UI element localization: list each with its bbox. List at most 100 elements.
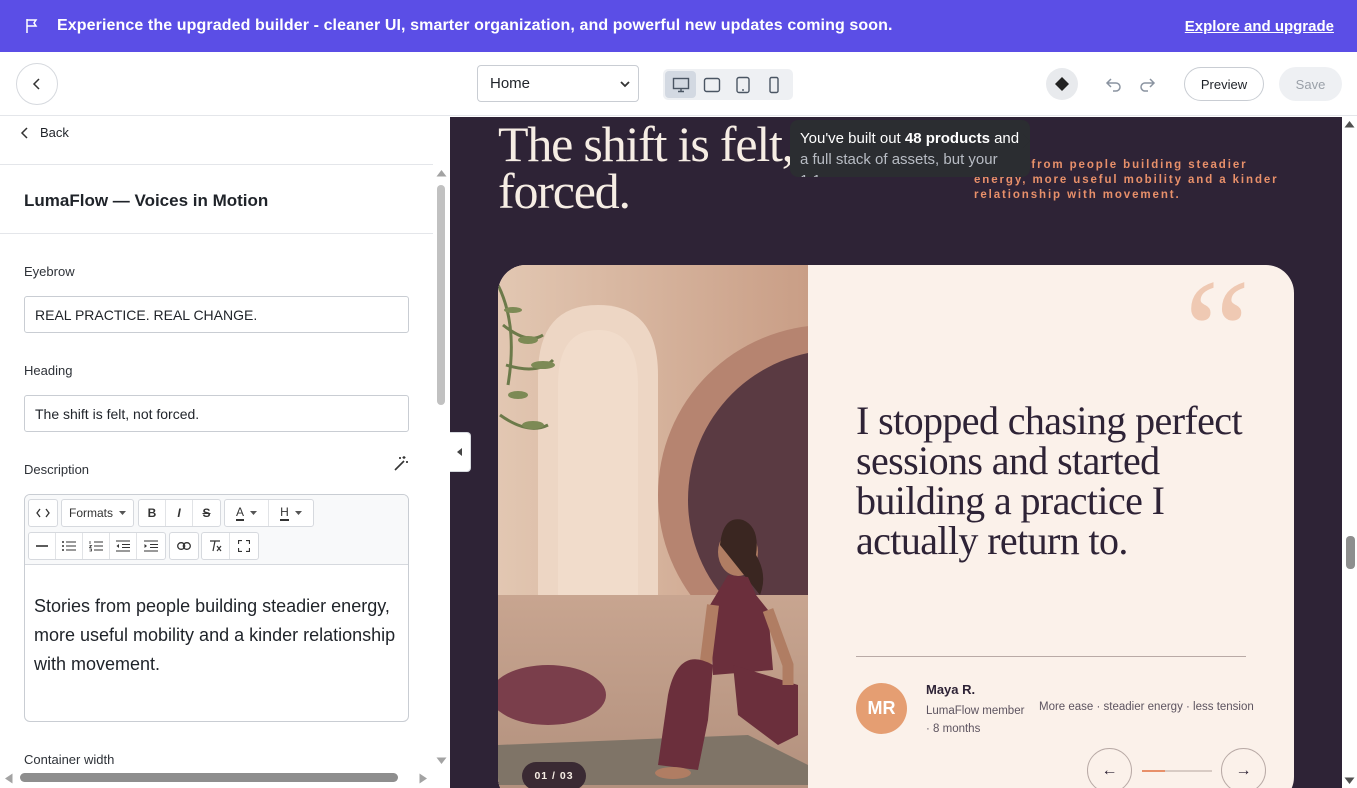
highlight-color-button[interactable]: H <box>269 500 313 526</box>
formats-dropdown[interactable]: Formats <box>61 499 134 527</box>
container-width-label: Container width <box>24 752 115 767</box>
preview-button[interactable]: Preview <box>1184 67 1264 101</box>
horizontal-rule-button[interactable] <box>29 533 56 559</box>
ai-assistant-button[interactable] <box>1046 68 1078 100</box>
heading-input[interactable]: The shift is felt, not forced. <box>24 395 409 432</box>
clear-formatting-button[interactable] <box>202 533 230 559</box>
tooltip-line-1: You've built out 48 products and <box>800 128 1020 149</box>
scroll-up-icon[interactable] <box>436 169 447 177</box>
caret-down-icon <box>294 510 302 515</box>
mobile-view-button[interactable] <box>758 71 789 98</box>
source-code-button[interactable] <box>28 499 58 527</box>
misc-group <box>201 532 259 560</box>
fullscreen-button[interactable] <box>230 533 258 559</box>
desktop-view-button[interactable] <box>665 71 696 98</box>
undo-icon[interactable] <box>1105 75 1123 93</box>
testimonial-quote[interactable]: I stopped chasing perfect sessions and s… <box>856 401 1256 561</box>
link-icon <box>170 533 198 559</box>
divider <box>856 656 1246 657</box>
tooltip-text: You've built out <box>800 130 905 147</box>
scroll-down-icon[interactable] <box>1344 777 1355 785</box>
avatar: MR <box>856 683 907 734</box>
quote-mark-icon: “ <box>1184 265 1251 415</box>
save-button[interactable]: Save <box>1279 67 1342 101</box>
preview-canvas: The shift is felt, not forced. Stories f… <box>450 117 1342 788</box>
description-editor: Formats B I S A H Stories from people bu… <box>24 494 409 722</box>
redo-icon[interactable] <box>1138 75 1156 93</box>
tooltip-bold: 48 products <box>904 130 990 147</box>
page-select[interactable]: Home <box>477 65 639 102</box>
numbered-list-button[interactable] <box>83 533 110 559</box>
flag-icon <box>23 17 41 35</box>
strikethrough-button[interactable]: S <box>193 500 220 526</box>
testimonial-photo: 01 / 03 <box>498 265 808 788</box>
panel-hscroll-thumb[interactable] <box>20 773 398 782</box>
next-slide-button[interactable]: → <box>1221 748 1266 788</box>
outdent-button[interactable] <box>110 533 137 559</box>
banner-message: Experience the upgraded builder - cleane… <box>57 17 893 34</box>
eyebrow-input[interactable]: REAL PRACTICE. REAL CHANGE. <box>24 296 409 333</box>
description-label: Description <box>24 462 90 477</box>
scroll-left-icon[interactable] <box>4 773 13 784</box>
settings-panel: Back LumaFlow — Voices in Motion Eyebrow… <box>0 117 450 788</box>
chevron-left-icon <box>32 78 40 90</box>
outdent-icon <box>116 540 130 552</box>
indent-button[interactable] <box>137 533 164 559</box>
numbered-list-icon <box>89 541 103 552</box>
tablet-landscape-icon <box>703 77 720 92</box>
collapse-panel-button[interactable] <box>450 432 471 472</box>
text-color-button[interactable]: A <box>225 500 269 526</box>
clear-format-icon <box>210 540 222 552</box>
author-subtitle: LumaFlow member · 8 months <box>926 705 1025 735</box>
link-button[interactable] <box>169 532 199 560</box>
divider <box>0 164 433 165</box>
italic-button[interactable]: I <box>166 500 193 526</box>
formats-label: Formats <box>68 506 113 520</box>
fullscreen-icon <box>238 540 250 552</box>
description-text[interactable]: Stories from people building steadier en… <box>25 565 408 679</box>
tooltip-text-end: and <box>989 130 1020 147</box>
code-icon <box>29 500 57 526</box>
products-tooltip: You've built out 48 products and a full … <box>790 120 1030 177</box>
scroll-up-icon[interactable] <box>1344 120 1355 128</box>
bullet-list-button[interactable] <box>56 533 83 559</box>
prev-slide-button[interactable]: ← <box>1087 748 1132 788</box>
block-group <box>28 532 166 560</box>
tooltip-line-2: a full stack of assets, but your 1:1 <box>800 151 998 177</box>
magic-wand-icon[interactable] <box>392 455 410 473</box>
testimonial-card: 01 / 03 “ I stopped chasing perfect sess… <box>498 265 1294 788</box>
desktop-icon <box>672 77 689 92</box>
author-name: Maya R. <box>926 682 976 697</box>
bold-button[interactable]: B <box>139 500 166 526</box>
scroll-down-icon[interactable] <box>436 757 447 765</box>
formats-cell: Formats <box>62 500 133 526</box>
text-color-icon: A <box>235 504 244 521</box>
tablet-portrait-view-button[interactable] <box>727 71 758 98</box>
color-group: A H <box>224 499 314 527</box>
caret-down-icon <box>250 510 257 515</box>
yoga-woman-image <box>498 265 808 788</box>
caret-left-icon <box>457 448 462 456</box>
panel-scroll-thumb[interactable] <box>437 185 445 405</box>
explore-upgrade-link[interactable]: Explore and upgrade <box>1185 18 1334 35</box>
device-switcher <box>663 69 793 100</box>
chevron-down-icon <box>620 81 630 88</box>
hr-icon <box>36 545 48 547</box>
tablet-portrait-icon <box>735 76 750 93</box>
tablet-landscape-view-button[interactable] <box>696 71 727 98</box>
slide-counter: 01 / 03 <box>522 762 586 788</box>
heading-label: Heading <box>24 363 73 378</box>
canvas-scroll-thumb[interactable] <box>1346 536 1355 569</box>
caret-down-icon <box>119 510 126 515</box>
bullet-list-icon <box>62 541 76 551</box>
scroll-right-icon[interactable] <box>419 773 428 784</box>
sparkle-diamond-icon <box>1055 77 1069 91</box>
panel-back-label: Back <box>40 125 69 140</box>
text-style-group: B I S <box>138 499 221 527</box>
slide-progress-fill <box>1142 770 1166 772</box>
exit-button[interactable] <box>16 63 58 105</box>
panel-back-link[interactable]: Back <box>20 125 69 140</box>
author-tagline: More ease · steadier energy · less tensi… <box>1039 701 1254 713</box>
canvas-scrollbar[interactable] <box>1342 117 1357 788</box>
mobile-icon <box>768 76 779 93</box>
